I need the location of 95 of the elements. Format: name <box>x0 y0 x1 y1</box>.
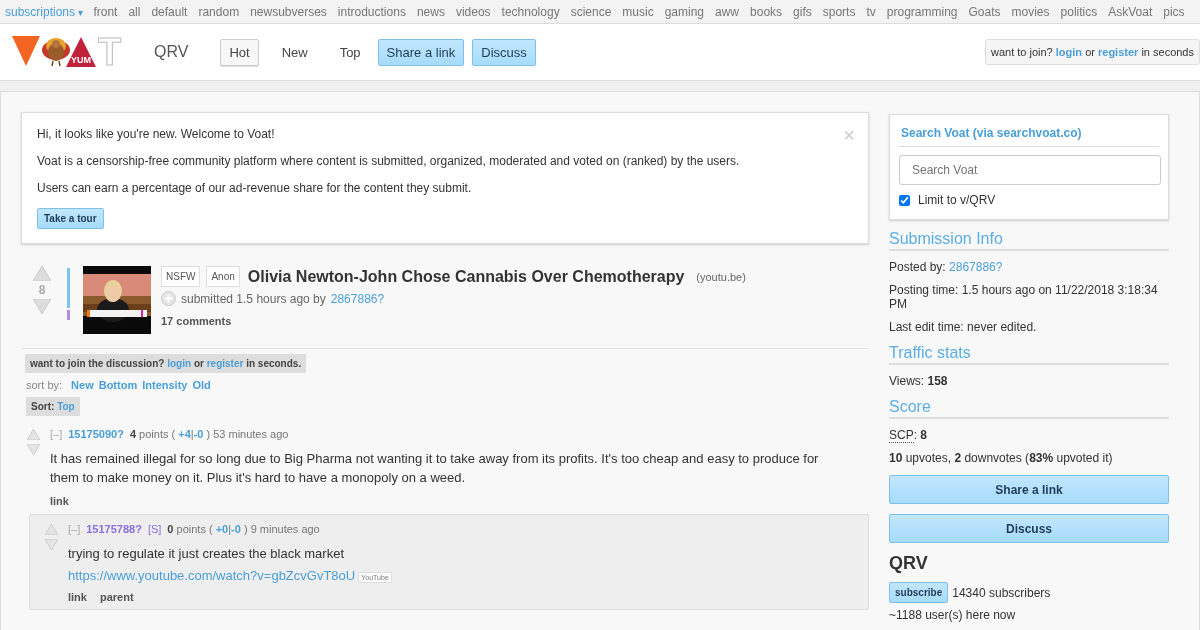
author-link[interactable]: 2867886? <box>949 260 1003 274</box>
online-count: ~1188 user(s) here now <box>889 608 1017 622</box>
header-button[interactable]: Discuss <box>472 38 536 66</box>
sidebar-button[interactable]: Discuss <box>889 514 1169 543</box>
comment-text: It has remained illegal for so long due to Big Pharma not wanting it to take away from its profits. It's too cheap and easy to produce for them to make money on it. Plus it's hard to have a monopoly on a weed. <box>50 450 820 487</box>
subverse-link[interactable]: all <box>128 4 141 19</box>
tour-button[interactable]: Take a tour <box>37 208 104 229</box>
info-text: Views: 158 <box>889 374 949 388</box>
section-heading: Score <box>889 398 1169 419</box>
downvote-icon[interactable] <box>27 444 40 455</box>
limit-checkbox[interactable] <box>899 194 910 206</box>
post-tag: Anon <box>206 266 240 287</box>
subverse-link[interactable]: science <box>570 4 612 19</box>
subverse-link[interactable]: news <box>416 4 445 19</box>
search-field[interactable]: Search Voat <box>899 155 1161 185</box>
sort-option[interactable]: Old <box>192 379 211 391</box>
sort-tab[interactable]: Hot <box>220 38 259 66</box>
info-label: Posted by: <box>889 260 946 274</box>
subverse-link[interactable]: sports <box>822 4 856 19</box>
upvote-icon[interactable] <box>45 524 58 535</box>
subscribe-button[interactable]: subscribe <box>889 582 949 603</box>
subscriber-count: 14340 subscribers <box>952 585 1051 600</box>
sort-option[interactable]: Bottom <box>98 379 138 391</box>
subverse-link[interactable]: pics <box>1163 4 1185 19</box>
downvote-icon[interactable] <box>33 299 51 314</box>
post-title[interactable]: Olivia Newton-John Chose Cannabis Over Chemotherapy <box>247 267 685 286</box>
discussion-prompt: want to join the discussion? login or register in seconds. <box>25 354 307 373</box>
sort-option[interactable]: New <box>71 379 94 391</box>
subverse-link[interactable]: default <box>151 4 188 19</box>
comment-points: 4 points ( +4|-0 ) 53 minutes ago <box>129 428 289 440</box>
submitted-text: submitted 1.5 hours ago by <box>181 291 326 306</box>
post-score: 8 <box>38 283 46 297</box>
comment-action-link[interactable]: parent <box>99 591 134 603</box>
subverse-name[interactable]: QRV <box>154 43 189 61</box>
join-prompt: want to join? login or register in seconds <box>984 39 1200 65</box>
section-heading: Submission Info <box>889 230 1169 251</box>
welcome-text: Voat is a censorship-free community platform where content is submitted, organized, moderated and voted on (ranked) by the users. <box>37 154 740 168</box>
sort-label: sort by: <box>26 379 63 391</box>
welcome-text: Users can earn a percentage of our ad-revenue share for the content they submit. <box>37 181 472 195</box>
subverse-link[interactable]: introductions <box>337 4 406 19</box>
subverse-link[interactable]: videos <box>455 4 491 19</box>
comment-points: 0 points ( +0|-0 ) 9 minutes ago <box>167 523 320 535</box>
subverse-link[interactable]: books <box>750 4 783 19</box>
logo-letter: T <box>98 33 122 71</box>
register-link[interactable]: register <box>1098 46 1139 58</box>
downvote-icon[interactable] <box>45 539 58 550</box>
sort-tab[interactable]: New <box>272 38 317 66</box>
section-heading: Traffic stats <box>889 344 1169 365</box>
post-tag: NSFW <box>161 266 201 287</box>
limit-label: Limit to v/QRV <box>918 193 996 207</box>
subverse-link[interactable]: gifs <box>793 4 812 19</box>
info-text: Last edit time: never edited. <box>889 320 1038 334</box>
subverse-link[interactable]: movies <box>1011 4 1050 19</box>
video-link[interactable]: https://www.youtube.com/watch?v=gbZcvGvT8oU <box>68 568 356 583</box>
header-button[interactable]: Share a link <box>377 38 465 66</box>
comments-link[interactable]: 17 comments <box>161 315 232 327</box>
sidebar-button[interactable]: Share a link <box>889 475 1169 504</box>
subverse-link[interactable]: newsubverses <box>250 4 327 19</box>
sort-tab[interactable]: Top <box>330 38 370 66</box>
subverse-link[interactable]: AskVoat <box>1108 4 1153 19</box>
upvote-icon[interactable] <box>27 429 40 440</box>
score-value: : 8 <box>913 428 928 442</box>
comment-text: trying to regulate it just creates the black market <box>68 545 345 563</box>
subverse-link[interactable]: gaming <box>664 4 705 19</box>
info-text: 10 upvotes, 2 downvotes (83% upvoted it) <box>889 451 1114 465</box>
search-title[interactable]: Search Voat (via searchvoat.co) <box>899 125 1159 147</box>
post-domain[interactable]: (youtu.be) <box>696 270 746 283</box>
subverse-link[interactable]: aww <box>715 4 740 19</box>
subverse-link[interactable]: programming <box>886 4 958 19</box>
comment-author[interactable]: 15175090? <box>68 428 124 440</box>
author-link[interactable]: 2867886? <box>330 291 385 306</box>
upvote-icon[interactable] <box>33 266 51 281</box>
login-link[interactable]: login <box>1055 46 1083 58</box>
subverse-link[interactable]: Goats <box>968 4 1001 19</box>
submitter-tag: [S] <box>147 523 162 535</box>
subverse-link[interactable]: random <box>198 4 240 19</box>
comment-author[interactable]: 15175788? <box>86 523 142 535</box>
subverse-link[interactable]: music <box>622 4 654 19</box>
vote-bar-icon <box>67 268 70 320</box>
sort-label: Sort: <box>31 401 55 412</box>
subverse-link[interactable]: technology <box>501 4 560 19</box>
sort-option[interactable]: Intensity <box>142 379 188 391</box>
comment-action-link[interactable]: link <box>68 591 87 603</box>
comment-action-link[interactable]: link <box>50 495 69 507</box>
score-abbreviation: SCP <box>889 428 914 443</box>
subverse-link[interactable]: front <box>93 4 118 19</box>
subverse-title: QRV <box>889 553 929 574</box>
subverse-link[interactable]: tv <box>866 4 876 19</box>
expand-icon[interactable] <box>161 291 176 306</box>
info-text: Posting time: 1.5 hours ago on 11/22/2018 3:18:34 PM <box>889 283 1159 311</box>
collapse-link[interactable]: [–] <box>50 428 63 440</box>
welcome-text: Hi, it looks like you're new. Welcome to Voat! <box>37 127 275 141</box>
subscriptions-menu[interactable]: subscriptions ▾ <box>5 4 84 19</box>
logo-text: YUM <box>70 55 92 65</box>
subverse-link[interactable]: politics <box>1060 4 1098 19</box>
